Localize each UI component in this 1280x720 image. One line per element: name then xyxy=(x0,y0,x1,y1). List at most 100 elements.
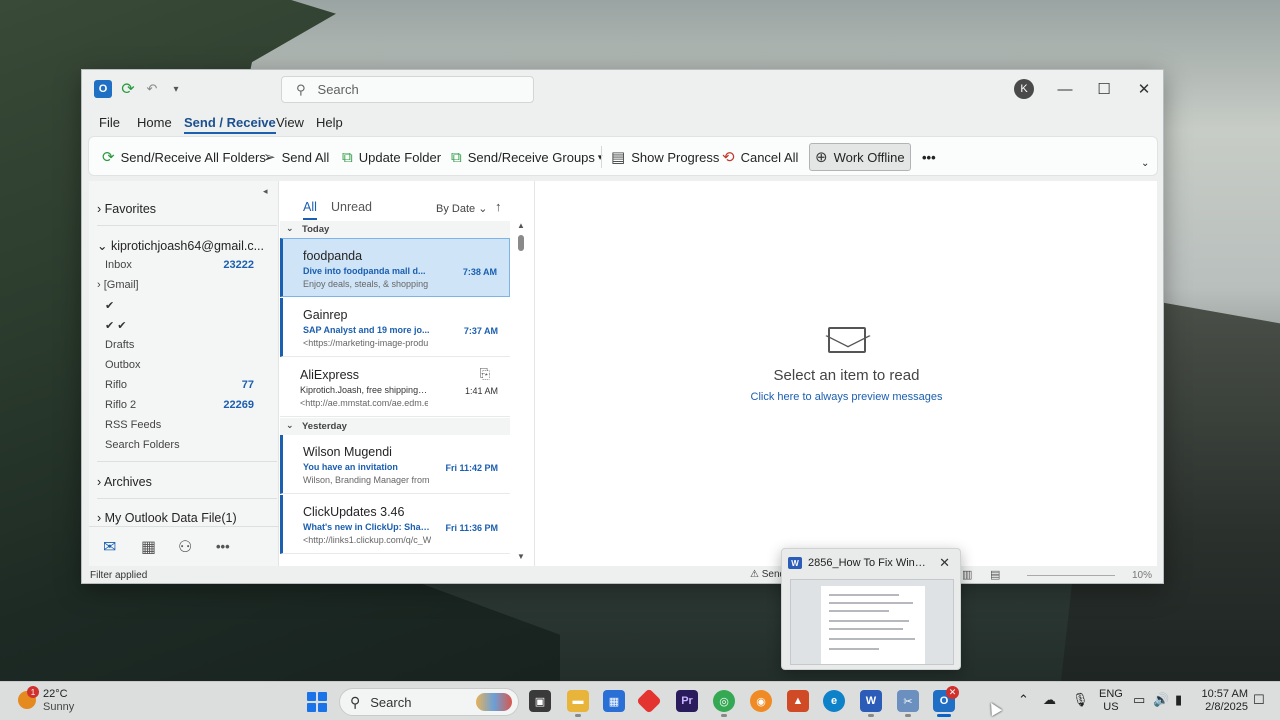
folder-outbox[interactable]: Outbox xyxy=(105,359,140,371)
scroll-up-icon[interactable]: ▲ xyxy=(517,221,525,230)
outlook-data-group[interactable]: › My Outlook Data File(1) xyxy=(97,511,237,525)
taskbar-preview-popup[interactable]: W 2856_How To Fix Windo... ✕ xyxy=(781,548,961,670)
update-folder-button[interactable]: ⧉ Update Folder xyxy=(342,143,441,171)
folder-inbox[interactable]: Inbox xyxy=(105,259,132,271)
normal-view-icon[interactable]: ▥ xyxy=(962,568,972,581)
group-header-today[interactable]: ⌄ Today xyxy=(280,221,510,238)
favorites-group[interactable]: › Favorites xyxy=(97,202,156,216)
microphone-icon[interactable]: 🎙 xyxy=(1072,692,1089,708)
battery-icon[interactable]: ▮ xyxy=(1175,692,1182,708)
list-item[interactable]: AliExpress ⎘ Kiprotich.Joash, free shipp… xyxy=(280,358,510,417)
cancel-all-button[interactable]: ⟲ Cancel All xyxy=(722,143,798,171)
collapse-pane-icon[interactable]: ◂ xyxy=(263,186,268,197)
matlab-icon[interactable]: ▲ xyxy=(787,690,809,712)
folder-search-folders[interactable]: Search Folders xyxy=(105,439,180,451)
folder-double-check[interactable]: ✔ ✔ xyxy=(105,319,127,332)
word-icon: W xyxy=(788,557,802,569)
list-item[interactable]: Wilson Mugendi You have an invitation Fr… xyxy=(280,435,510,494)
zoom-level[interactable]: 10% xyxy=(1132,570,1152,581)
scroll-down-icon[interactable]: ▼ xyxy=(517,552,525,561)
task-view-icon[interactable]: ▣ xyxy=(529,690,551,712)
zoom-slider[interactable] xyxy=(1027,575,1115,576)
send-receive-groups-button[interactable]: ⧉ Send/Receive Groups ▾ xyxy=(451,143,602,171)
send-all-button[interactable]: ➢ Send All xyxy=(263,143,329,171)
menu-file[interactable]: File xyxy=(99,115,120,130)
folder-rss-feeds[interactable]: RSS Feeds xyxy=(105,419,161,431)
reading-view-icon[interactable]: ▤ xyxy=(990,568,1000,581)
weather-temperature[interactable]: 22°C xyxy=(43,688,68,700)
start-button[interactable] xyxy=(307,692,327,712)
list-item[interactable]: Gainrep SAP Analyst and 19 more jo... 7:… xyxy=(280,298,510,357)
message-list-scrollbar[interactable]: ▲ ▼ xyxy=(516,221,526,561)
send-warning[interactable]: ⚠ Send xyxy=(750,569,785,580)
account-group[interactable]: ⌄ kiprotichjoash64@gmail.c... xyxy=(97,238,264,253)
group-header-yesterday[interactable]: ⌄ Yesterday xyxy=(280,418,510,435)
word-icon[interactable]: W xyxy=(860,690,882,717)
document-thumbnail[interactable] xyxy=(790,579,954,665)
maximize-button[interactable]: ☐ xyxy=(1092,78,1116,100)
menu-view[interactable]: View xyxy=(276,115,304,130)
clock[interactable]: 10:57 AM 2/8/2025 xyxy=(1198,688,1248,714)
title-bar: O ⟳ ↶ ▾ ⚲ Search K — ☐ ✕ xyxy=(82,70,1163,108)
app-diamond-icon[interactable] xyxy=(636,688,662,714)
scroll-thumb[interactable] xyxy=(518,235,524,251)
folder-check[interactable]: ✔ xyxy=(105,299,114,312)
keyboard-region: US xyxy=(1103,701,1119,713)
list-item[interactable]: ClickUpdates 3.46 What's new in ClickUp:… xyxy=(280,495,510,554)
search-input[interactable]: ⚲ Search xyxy=(281,76,534,103)
account-avatar[interactable]: K xyxy=(1014,79,1034,99)
undo-icon[interactable]: ↶ xyxy=(143,80,161,98)
message-preview: Enjoy deals, steals, & shopping xyxy=(303,279,429,289)
minimize-button[interactable]: — xyxy=(1053,78,1077,100)
work-offline-label: Work Offline xyxy=(833,149,905,165)
show-progress-button[interactable]: ▤ Show Progress xyxy=(611,143,719,171)
chrome-icon[interactable]: ◎ xyxy=(713,690,735,717)
send-receive-all-button[interactable]: ⟳ Send/Receive All Folders xyxy=(102,143,266,171)
folder-gmail[interactable]: › [Gmail] xyxy=(97,279,139,291)
more-options-button[interactable]: ••• xyxy=(922,143,936,171)
menu-home[interactable]: Home xyxy=(137,115,172,130)
edge-icon[interactable]: e xyxy=(823,690,845,712)
customize-quick-access-icon[interactable]: ▾ xyxy=(167,80,185,98)
archives-group[interactable]: › Archives xyxy=(97,475,152,489)
taskbar-search[interactable]: ⚲ Search xyxy=(339,688,519,716)
work-offline-button[interactable]: ⊕ Work Offline xyxy=(809,143,911,171)
calendar-icon[interactable]: ▦ xyxy=(141,537,156,557)
blender-icon[interactable]: ◉ xyxy=(750,690,772,712)
notifications-icon[interactable]: ☐ xyxy=(1253,692,1265,708)
more-apps-button[interactable]: ••• xyxy=(216,539,230,554)
language-indicator[interactable]: ENG US xyxy=(1099,688,1123,714)
store-icon[interactable]: ▦ xyxy=(603,690,625,712)
snipping-tool-icon[interactable]: ✂ xyxy=(897,690,919,717)
menu-send-receive[interactable]: Send / Receive xyxy=(184,115,276,134)
volume-icon[interactable]: 🔊 xyxy=(1153,692,1169,708)
folder-sync-icon: ⧉ xyxy=(342,148,353,166)
expand-ribbon-icon[interactable]: ⌄ xyxy=(1141,149,1149,177)
menu-help[interactable]: Help xyxy=(316,115,343,130)
tab-all[interactable]: All xyxy=(303,200,317,220)
display-icon[interactable]: ▭ xyxy=(1133,692,1145,708)
tab-unread[interactable]: Unread xyxy=(331,200,372,214)
send-receive-groups-label: Send/Receive Groups xyxy=(467,149,595,165)
onedrive-icon[interactable]: ☁ xyxy=(1043,692,1056,708)
chevron-up-icon[interactable]: ⌃ xyxy=(1018,692,1029,708)
weather-condition[interactable]: Sunny xyxy=(43,701,74,713)
premiere-pro-icon[interactable]: Pr xyxy=(676,690,698,712)
preview-messages-link[interactable]: Click here to always preview messages xyxy=(535,391,1158,403)
folder-riflo-2[interactable]: Riflo 2 xyxy=(105,399,136,411)
main-content: ◂ › Favorites ⌄ kiprotichjoash64@gmail.c… xyxy=(89,181,1157,566)
folder-drafts[interactable]: Drafts xyxy=(105,339,134,351)
file-explorer-icon[interactable]: ▬ xyxy=(567,690,589,717)
people-icon[interactable]: ⚇ xyxy=(178,537,192,557)
divider xyxy=(97,498,277,499)
sync-icon[interactable]: ⟳ xyxy=(119,80,137,98)
list-item[interactable]: foodpanda Dive into foodpanda mall d... … xyxy=(280,238,510,297)
mail-icon[interactable]: ✉ xyxy=(103,537,116,557)
text-line xyxy=(829,648,879,650)
preview-close-button[interactable]: ✕ xyxy=(939,555,950,571)
sort-label: By Date xyxy=(436,203,476,215)
sort-direction-icon[interactable]: ↑ xyxy=(495,199,502,214)
close-button[interactable]: ✕ xyxy=(1132,78,1156,100)
sort-dropdown[interactable]: By Date ⌄ xyxy=(436,202,487,215)
folder-riflo[interactable]: Riflo xyxy=(105,379,127,391)
